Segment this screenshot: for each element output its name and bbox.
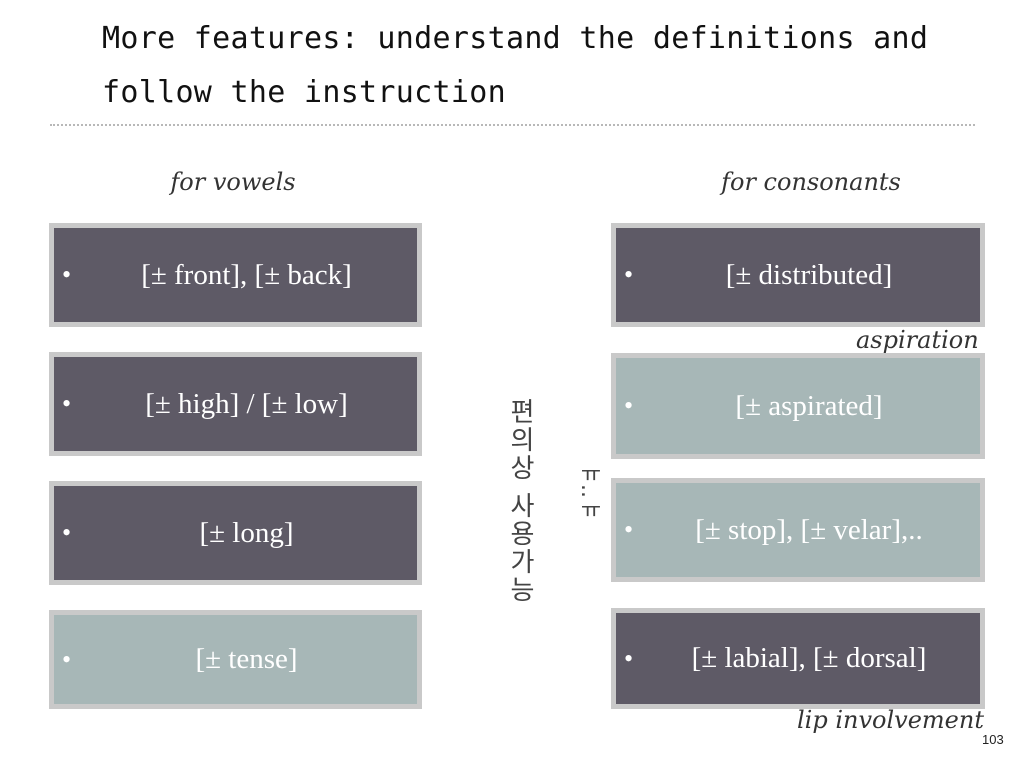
vowel-feature-box: • [± high] / [± low]	[49, 352, 422, 456]
aspiration-annotation: aspiration	[856, 326, 979, 354]
consonant-feature-box: • [± stop], [± velar],..	[611, 478, 985, 582]
consonant-feature-box: • [± aspirated]	[611, 353, 985, 459]
vowel-feature-box: • [± front], [± back]	[49, 223, 422, 327]
bullet: •	[62, 518, 72, 547]
vowels-heading: for vowels	[170, 168, 296, 196]
bullet: •	[624, 260, 634, 289]
bullet: •	[62, 260, 72, 289]
consonant-feature-label: [± labial], [± dorsal]	[691, 642, 927, 674]
slide-title: More features: understand the definition…	[102, 21, 929, 110]
consonant-feature-label: [± stop], [± velar],..	[695, 513, 923, 546]
emoticon-side-note: ㅠ..ㅠ	[576, 462, 601, 520]
consonant-feature-label: [± distributed]	[725, 258, 893, 291]
lip-involvement-annotation: lip involvement	[797, 706, 984, 734]
bullet: •	[62, 389, 72, 418]
vowel-feature-box: • [± long]	[49, 481, 422, 585]
vowel-feature-label: [± high] / [± low]	[145, 387, 348, 420]
consonant-feature-label: [± aspirated]	[735, 389, 883, 422]
page-number: 103	[982, 732, 1004, 747]
vowel-feature-label: [± tense]	[195, 643, 298, 675]
bullet: •	[624, 643, 634, 673]
korean-side-note: 편의상 사용가능	[505, 398, 535, 605]
consonant-feature-box: • [± distributed]	[611, 223, 985, 327]
vowel-feature-label: [± front], [± back]	[141, 258, 352, 291]
bullet: •	[62, 644, 72, 674]
bullet: •	[624, 515, 634, 544]
vowel-feature-label: [± long]	[199, 516, 294, 549]
vowel-feature-box: • [± tense]	[49, 610, 422, 709]
consonants-heading: for consonants	[721, 168, 901, 196]
title-divider	[50, 124, 975, 126]
bullet: •	[624, 391, 634, 420]
consonant-feature-box: • [± labial], [± dorsal]	[611, 608, 985, 709]
